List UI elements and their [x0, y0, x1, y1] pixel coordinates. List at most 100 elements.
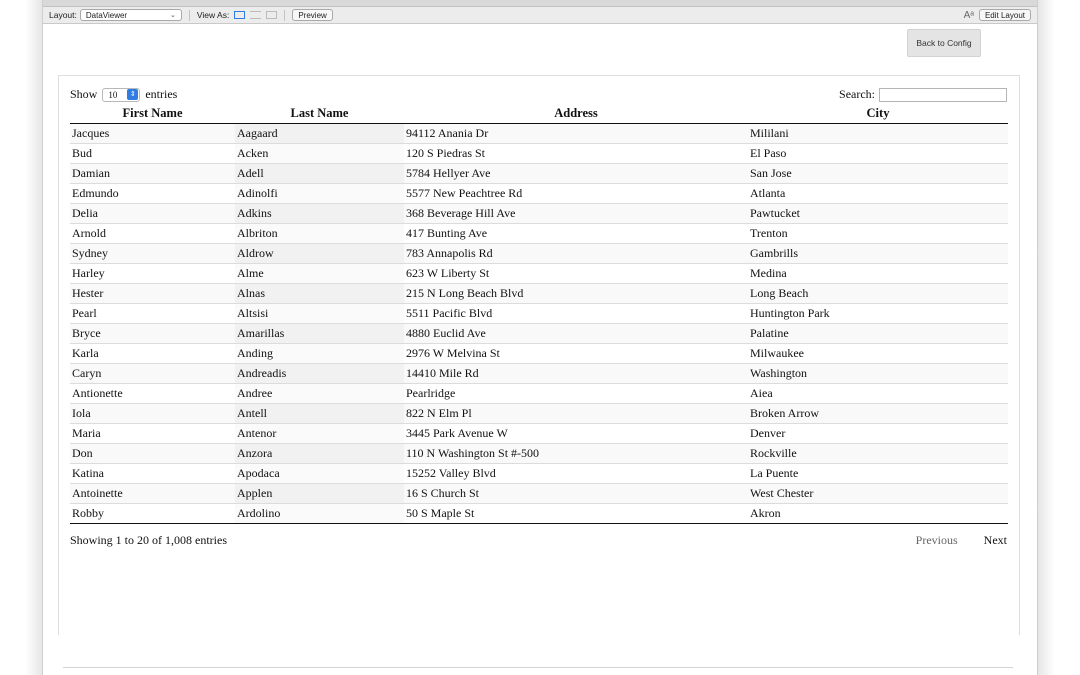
entries-select[interactable]: 10 ⇕	[102, 87, 141, 102]
city-cell: Long Beach	[748, 283, 1008, 304]
data-table-panel: Show 10 ⇕ entries Search: First Name Las…	[58, 75, 1020, 635]
column-header-first-name[interactable]: First Name	[70, 104, 235, 124]
last-name-cell: Adell	[235, 163, 404, 184]
layout-select-value: DataViewer	[85, 10, 128, 20]
first-name-cell: Antionette	[70, 383, 235, 404]
desktop-left-margin	[0, 0, 42, 675]
first-name-cell: Harley	[70, 263, 235, 284]
column-header-city[interactable]: City	[748, 104, 1008, 124]
last-name-cell: Adinolfi	[235, 183, 404, 204]
last-name-cell: Ardolino	[235, 503, 404, 524]
first-name-cell: Karla	[70, 343, 235, 364]
entries-label: entries	[145, 87, 178, 101]
data-table: First Name Last Name Address City Jacque…	[70, 104, 1008, 524]
column-header-address[interactable]: Address	[404, 104, 748, 124]
table-row[interactable]: Sydney Aldrow 783 Annapolis Rd Gambrills	[70, 243, 1008, 264]
layout-toolbar: Layout: DataViewer ⌄ View As: Preview Aᵃ…	[43, 7, 1037, 24]
search-label: Search:	[839, 87, 875, 101]
table-row[interactable]: Arnold Albriton 417 Bunting Ave Trenton	[70, 223, 1008, 244]
city-cell: Aiea	[748, 383, 1008, 404]
table-row[interactable]: Don Anzora 110 N Washington St #-500 Rockvi…	[70, 443, 1008, 464]
table-row[interactable]: Iola Antell 822 N Elm Pl Broken Arrow	[70, 403, 1008, 424]
last-name-cell: Applen	[235, 483, 404, 504]
table-row[interactable]: Edmundo Adinolfi 5577 New Peachtree Rd Atla…	[70, 183, 1008, 204]
city-cell: Huntington Park	[748, 303, 1008, 324]
city-cell: Mililani	[748, 123, 1008, 144]
column-header-last-name[interactable]: Last Name	[235, 104, 404, 124]
address-cell: 94112 Anania Dr	[404, 123, 748, 144]
address-cell: 417 Bunting Ave	[404, 223, 748, 244]
search-input[interactable]	[879, 87, 1007, 102]
first-name-cell: Edmundo	[70, 183, 235, 204]
last-name-cell: Acken	[235, 143, 404, 164]
table-row[interactable]: Delia Adkins 368 Beverage Hill Ave Pawtucke…	[70, 203, 1008, 224]
previous-page-button[interactable]: Previous	[916, 533, 958, 548]
address-cell: 16 S Church St	[404, 483, 748, 504]
table-row[interactable]: Karla Anding 2976 W Melvina St Milwaukee	[70, 343, 1008, 364]
table-row[interactable]: Bryce Amarillas 4880 Euclid Ave Palatine	[70, 323, 1008, 344]
table-body: Jacques Aagaard 94112 Anania Dr Mililani Bud…	[70, 123, 1008, 524]
footer-divider	[63, 667, 1013, 668]
table-row[interactable]: Hester Alnas 215 N Long Beach Blvd Long Bea…	[70, 283, 1008, 304]
city-cell: La Puente	[748, 463, 1008, 484]
app-window: Layout: DataViewer ⌄ View As: Preview Aᵃ…	[42, 0, 1038, 675]
address-cell: 2976 W Melvina St	[404, 343, 748, 364]
view-as-label: View As:	[196, 10, 230, 20]
last-name-cell: Apodaca	[235, 463, 404, 484]
city-cell: Akron	[748, 503, 1008, 524]
last-name-cell: Andree	[235, 383, 404, 404]
stepper-icon: ⇕	[127, 89, 139, 100]
table-row[interactable]: Katina Apodaca 15252 Valley Blvd La Puente	[70, 463, 1008, 484]
last-name-cell: Anzora	[235, 443, 404, 464]
table-row[interactable]: Jacques Aagaard 94112 Anania Dr Mililani	[70, 123, 1008, 144]
edit-layout-button[interactable]: Edit Layout	[978, 9, 1031, 21]
next-page-button[interactable]: Next	[984, 533, 1007, 548]
last-name-cell: Alme	[235, 263, 404, 284]
address-cell: 783 Annapolis Rd	[404, 243, 748, 264]
address-cell: 50 S Maple St	[404, 503, 748, 524]
first-name-cell: Sydney	[70, 243, 235, 264]
font-size-icon[interactable]: Aᵃ	[964, 10, 974, 21]
city-cell: Medina	[748, 263, 1008, 284]
table-row[interactable]: Robby Ardolino 50 S Maple St Akron	[70, 503, 1008, 524]
city-cell: Broken Arrow	[748, 403, 1008, 424]
first-name-cell: Hester	[70, 283, 235, 304]
address-cell: 3445 Park Avenue W	[404, 423, 748, 444]
search-control: Search:	[839, 87, 1007, 102]
first-name-cell: Don	[70, 443, 235, 464]
layout-select[interactable]: DataViewer ⌄	[79, 9, 182, 21]
first-name-cell: Antoinette	[70, 483, 235, 504]
table-row[interactable]: Caryn Andreadis 14410 Mile Rd Washington	[70, 363, 1008, 384]
last-name-cell: Alnas	[235, 283, 404, 304]
table-row[interactable]: Harley Alme 623 W Liberty St Medina	[70, 263, 1008, 284]
address-cell: 15252 Valley Blvd	[404, 463, 748, 484]
table-row[interactable]: Pearl Altsisi 5511 Pacific Blvd Huntington …	[70, 303, 1008, 324]
table-row[interactable]: Damian Adell 5784 Hellyer Ave San Jose	[70, 163, 1008, 184]
address-cell: Pearlridge	[404, 383, 748, 404]
back-to-config-button[interactable]: Back to Config	[907, 29, 981, 57]
table-row[interactable]: Antionette Andree Pearlridge Aiea	[70, 383, 1008, 404]
first-name-cell: Damian	[70, 163, 235, 184]
table-row[interactable]: Maria Antenor 3445 Park Avenue W Denver	[70, 423, 1008, 444]
list-view-icon[interactable]	[250, 11, 262, 19]
last-name-cell: Andreadis	[235, 363, 404, 384]
first-name-cell: Katina	[70, 463, 235, 484]
city-cell: Trenton	[748, 223, 1008, 244]
table-row[interactable]: Bud Acken 120 S Piedras St El Paso	[70, 143, 1008, 164]
last-name-cell: Antell	[235, 403, 404, 424]
city-cell: Milwaukee	[748, 343, 1008, 364]
address-cell: 110 N Washington St #-500	[404, 443, 748, 464]
city-cell: Rockville	[748, 443, 1008, 464]
table-row[interactable]: Antoinette Applen 16 S Church St West Chest…	[70, 483, 1008, 504]
show-entries-control: Show 10 ⇕ entries	[70, 87, 177, 102]
form-view-icon[interactable]	[234, 11, 246, 19]
first-name-cell: Bud	[70, 143, 235, 164]
last-name-cell: Altsisi	[235, 303, 404, 324]
chevron-down-icon: ⌄	[170, 12, 176, 19]
first-name-cell: Bryce	[70, 323, 235, 344]
preview-button[interactable]: Preview	[292, 9, 333, 21]
address-cell: 5577 New Peachtree Rd	[404, 183, 748, 204]
desktop-right-margin	[1038, 0, 1080, 675]
table-view-icon[interactable]	[266, 11, 278, 19]
city-cell: Denver	[748, 423, 1008, 444]
